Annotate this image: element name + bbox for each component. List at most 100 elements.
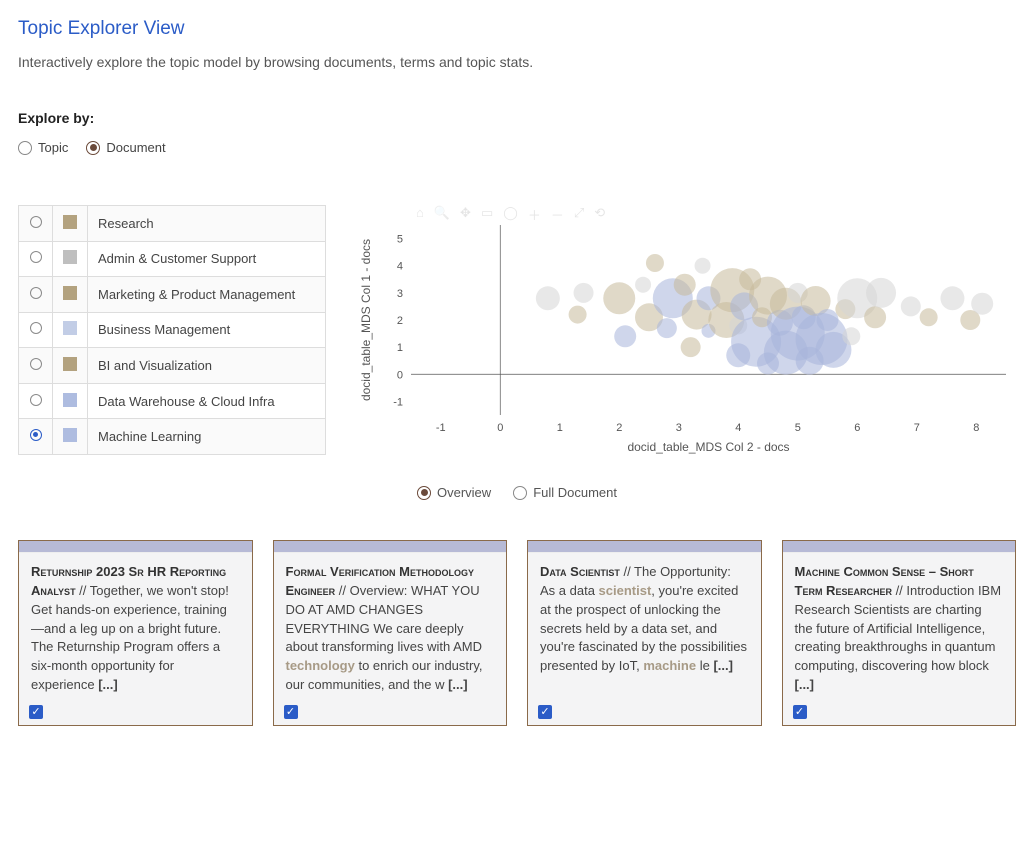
topic-radio[interactable] — [30, 429, 42, 441]
topic-table: ResearchAdmin & Customer SupportMarketin… — [18, 205, 326, 455]
card-title: Data Scientist — [540, 564, 620, 579]
svg-text:2: 2 — [397, 315, 403, 327]
highlight-term: technology — [286, 658, 355, 673]
topic-swatch — [63, 357, 77, 371]
radio-label: Topic — [38, 140, 68, 155]
view-mode-radio-overview[interactable]: Overview — [417, 485, 491, 500]
svg-text:0: 0 — [497, 422, 503, 434]
ellipsis: [...] — [795, 677, 815, 692]
scatter-chart[interactable]: -1 0 1 2 3 4 5 6 7 8 -1 0 1 2 3 4 5 docid_table_MDS Col 2… — [356, 205, 1016, 455]
chart-toolbar[interactable]: ⌂ 🔍 ✥ ▭ ◯ ＋ － ⤢ ⟲ — [416, 205, 605, 224]
svg-text:3: 3 — [397, 288, 403, 300]
radio-icon — [513, 486, 527, 500]
card-body: Returnship 2023 Sr HR Reporting Analyst … — [19, 553, 252, 725]
topic-swatch — [63, 286, 77, 300]
zoom-out-icon[interactable]: － — [551, 205, 564, 224]
svg-text:8: 8 — [973, 422, 979, 434]
topic-radio[interactable] — [30, 216, 42, 228]
topic-label: Machine Learning — [88, 419, 326, 455]
svg-text:5: 5 — [795, 422, 801, 434]
svg-text:4: 4 — [735, 422, 741, 434]
card-header-bar — [19, 541, 252, 553]
svg-text:1: 1 — [557, 422, 563, 434]
document-cards-row: Returnship 2023 Sr HR Reporting Analyst … — [18, 540, 1016, 726]
topic-swatch — [63, 250, 77, 264]
topic-label: BI and Visualization — [88, 348, 326, 384]
zoom-in-icon[interactable]: ＋ — [528, 205, 541, 224]
radio-label: Document — [106, 140, 165, 155]
svg-text:7: 7 — [914, 422, 920, 434]
page-title: Topic Explorer View — [18, 18, 1016, 40]
topic-label: Marketing & Product Management — [88, 277, 326, 313]
scatter-chart-container: ⌂ 🔍 ✥ ▭ ◯ ＋ － ⤢ ⟲ -1 0 1 2 3 4 5 6 7 8 -1 0 1 2 3 4 5 doc… — [356, 205, 1016, 455]
topic-row[interactable]: Marketing & Product Management — [19, 277, 326, 313]
pan-icon[interactable]: ✥ — [460, 205, 471, 224]
card-checkbox[interactable]: ✓ — [29, 705, 43, 719]
topic-radio[interactable] — [30, 287, 42, 299]
topic-row[interactable]: Research — [19, 206, 326, 242]
radio-icon — [86, 141, 100, 155]
view-mode-radio-full-document[interactable]: Full Document — [513, 485, 617, 500]
svg-text:-1: -1 — [436, 422, 446, 434]
zoom-icon[interactable]: 🔍 — [434, 205, 450, 224]
svg-text:3: 3 — [676, 422, 682, 434]
topic-label: Research — [88, 206, 326, 242]
topic-radio[interactable] — [30, 394, 42, 406]
explore-by-label: Explore by: — [18, 110, 1016, 126]
topic-label: Data Warehouse & Cloud Infra — [88, 383, 326, 419]
svg-text:6: 6 — [854, 422, 860, 434]
topic-row[interactable]: Data Warehouse & Cloud Infra — [19, 383, 326, 419]
card-body: Formal Verification Methodology Engineer… — [274, 553, 507, 725]
card-body: Machine Common Sense – Short Term Resear… — [783, 553, 1016, 725]
card-title: Returnship 2023 Sr HR Reporting Analyst — [31, 564, 226, 598]
topic-row[interactable]: BI and Visualization — [19, 348, 326, 384]
document-card[interactable]: Data Scientist // The Opportunity: As a … — [527, 540, 762, 726]
card-checkbox[interactable]: ✓ — [538, 705, 552, 719]
reset-icon[interactable]: ⟲ — [594, 205, 605, 224]
svg-text:docid_table_MDS Col 1 - docs: docid_table_MDS Col 1 - docs — [359, 239, 373, 401]
topic-row[interactable]: Business Management — [19, 312, 326, 348]
document-card[interactable]: Returnship 2023 Sr HR Reporting Analyst … — [18, 540, 253, 726]
highlight-term: scientist — [599, 583, 652, 598]
topic-row[interactable]: Machine Learning — [19, 419, 326, 455]
svg-text:2: 2 — [616, 422, 622, 434]
explore-radio-document[interactable]: Document — [86, 140, 165, 155]
topic-row[interactable]: Admin & Customer Support — [19, 241, 326, 277]
svg-text:4: 4 — [397, 261, 403, 273]
document-card[interactable]: Machine Common Sense – Short Term Resear… — [782, 540, 1017, 726]
view-mode-radios: Overview Full Document — [18, 485, 1016, 500]
explore-by-radios: Topic Document — [18, 140, 1016, 155]
topic-swatch — [63, 393, 77, 407]
radio-icon — [18, 141, 32, 155]
card-body: Data Scientist // The Opportunity: As a … — [528, 553, 761, 706]
svg-text:docid_table_MDS Col 2 - docs: docid_table_MDS Col 2 - docs — [627, 440, 789, 454]
card-title: Formal Verification Methodology Engineer — [286, 564, 475, 598]
radio-icon — [417, 486, 431, 500]
radio-label: Overview — [437, 485, 491, 500]
topic-label: Admin & Customer Support — [88, 241, 326, 277]
ellipsis: [...] — [98, 677, 118, 692]
topic-radio[interactable] — [30, 358, 42, 370]
topic-swatch — [63, 428, 77, 442]
autoscale-icon[interactable]: ⤢ — [574, 205, 584, 224]
explore-radio-topic[interactable]: Topic — [18, 140, 68, 155]
topic-label: Business Management — [88, 312, 326, 348]
highlight-term: machine — [643, 658, 696, 673]
card-checkbox[interactable]: ✓ — [284, 705, 298, 719]
lasso-icon[interactable]: ◯ — [503, 205, 518, 224]
ellipsis: [...] — [448, 677, 468, 692]
card-checkbox[interactable]: ✓ — [793, 705, 807, 719]
svg-text:1: 1 — [397, 342, 403, 354]
radio-label: Full Document — [533, 485, 617, 500]
topic-swatch — [63, 215, 77, 229]
camera-icon[interactable]: ⌂ — [416, 205, 424, 224]
box-select-icon[interactable]: ▭ — [481, 205, 493, 224]
topic-radio[interactable] — [30, 251, 42, 263]
svg-text:-1: -1 — [393, 396, 403, 408]
topic-radio[interactable] — [30, 322, 42, 334]
svg-text:5: 5 — [397, 234, 403, 246]
svg-text:0: 0 — [397, 369, 403, 381]
page-subtitle: Interactively explore the topic model by… — [18, 54, 1016, 70]
card-header-bar — [274, 541, 507, 553]
document-card[interactable]: Formal Verification Methodology Engineer… — [273, 540, 508, 726]
